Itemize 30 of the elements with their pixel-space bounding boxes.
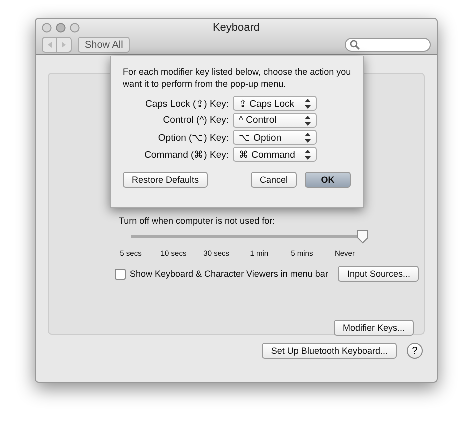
modifier-keys-button[interactable]: Modifier Keys...	[334, 320, 414, 336]
show-all-button[interactable]: Show All	[78, 37, 130, 53]
checkbox[interactable]	[115, 268, 126, 280]
modifier-label: Caps Lock (⇪) Key:	[146, 98, 229, 110]
back-forward-icon[interactable]	[42, 37, 72, 53]
modifier-label: Option (⌥) Key:	[158, 132, 229, 144]
action-popup[interactable]: ⇪ Caps Lock	[233, 96, 317, 111]
window-controls-icon[interactable]	[42, 23, 82, 33]
checkbox-label: Show Keyboard & Character Viewers in menu bar	[130, 269, 328, 279]
search-icon	[350, 40, 360, 50]
updown-arrows-icon	[305, 116, 311, 126]
window-title: Keyboard	[212, 22, 262, 34]
slider-label: Turn off when computer is not used for:	[119, 216, 276, 226]
input-sources-button[interactable]: Input Sources...	[338, 266, 420, 282]
help-button[interactable]: ?	[407, 343, 423, 359]
action-popup[interactable]: ⌘ Command	[233, 147, 317, 162]
updown-arrows-icon	[305, 132, 311, 142]
action-popup[interactable]: ⌥ Option	[233, 130, 317, 145]
search-field[interactable]	[345, 38, 431, 52]
modifier-label: Control (^) Key:	[163, 115, 229, 126]
sheet-button[interactable]: OK	[305, 172, 351, 188]
modifier-label: Command (⌘) Key:	[144, 148, 229, 160]
bluetooth-setup-button[interactable]: Set Up Bluetooth Keyboard...	[262, 343, 397, 359]
restore-defaults-button[interactable]: Restore Defaults	[123, 172, 208, 188]
updown-arrows-icon	[305, 150, 311, 160]
updown-arrows-icon	[305, 98, 311, 108]
action-popup[interactable]: ^ Control	[233, 113, 317, 128]
slider-thumb[interactable]	[357, 230, 369, 244]
sheet-message: For each modifier key listed below, choose the action you want it to perform from the pop-up menu.	[123, 66, 352, 90]
sheet-button[interactable]: Cancel	[250, 172, 297, 188]
